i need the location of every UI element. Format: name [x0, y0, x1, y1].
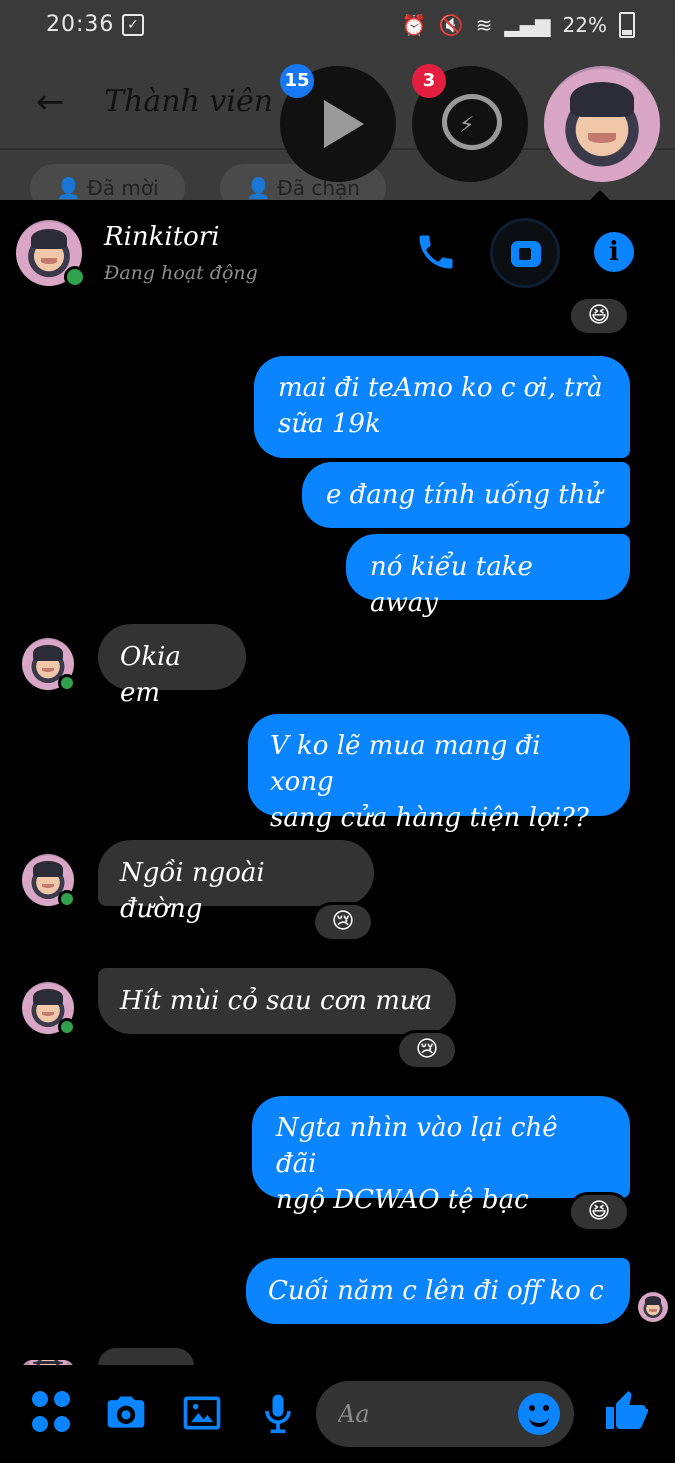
message-incoming[interactable]: Hít mùi cỏ sau cơn mưa — [98, 968, 456, 1034]
unread-badge: 3 — [412, 64, 446, 98]
video-call-button[interactable] — [490, 218, 560, 288]
message-outgoing[interactable]: e đang tính uống thử — [302, 462, 630, 528]
chat-head-video[interactable]: 15 — [280, 64, 396, 182]
notification-check-icon: ✓ — [122, 14, 144, 36]
message-incoming[interactable]: Okia em — [98, 624, 246, 708]
phone-icon[interactable] — [414, 230, 458, 274]
thumbs-up-icon[interactable] — [602, 1387, 650, 1435]
online-indicator — [58, 1018, 76, 1036]
message-outgoing[interactable]: mai đi teAmo ko c ơi, trà sữa 19k — [254, 356, 630, 458]
camera-icon[interactable] — [104, 1391, 148, 1435]
online-indicator — [58, 674, 76, 692]
message-outgoing[interactable]: V ko lẽ mua mang đi xong sang cửa hàng t… — [248, 714, 630, 833]
message-line: Ngta nhìn vào lại chê đãi — [276, 1113, 558, 1179]
reaction-laugh[interactable]: 😆 — [568, 1192, 630, 1232]
battery-icon — [619, 12, 635, 38]
more-actions-icon[interactable] — [32, 1391, 76, 1435]
message-line: mai đi teAmo ko c ơi, trà — [278, 373, 603, 403]
chat-head-messenger[interactable]: ⚡ 3 — [412, 64, 528, 182]
wifi-icon: ≋ — [475, 13, 493, 37]
message-incoming-partial — [98, 1348, 194, 1366]
online-indicator — [64, 266, 86, 288]
status-icons: ⏰ 🔇 ≋ ▂▄▆ 22% — [402, 12, 635, 38]
message-outgoing[interactable]: Cuối năm c lên đi off ko c — [246, 1258, 630, 1324]
message-line: V ko lẽ mua mang đi xong — [270, 731, 541, 797]
alarm-icon: ⏰ — [401, 13, 427, 37]
chat-head-avatar[interactable] — [544, 66, 660, 182]
active-status: Đang hoạt động — [104, 262, 258, 284]
reaction-cry[interactable]: 😢 — [396, 1030, 458, 1070]
online-indicator — [58, 890, 76, 908]
reaction-laugh[interactable]: 😆 — [568, 296, 630, 336]
unread-badge: 15 — [280, 64, 314, 98]
microphone-icon[interactable] — [256, 1391, 300, 1435]
message-outgoing[interactable]: Ngta nhìn vào lại chê đãi ngộ DCWAO tệ b… — [252, 1096, 630, 1215]
gallery-icon[interactable] — [180, 1391, 224, 1435]
battery-percent: 22% — [562, 13, 607, 37]
message-line: sang cửa hàng tiện lợi?? — [270, 803, 589, 833]
reaction-cry[interactable]: 😢 — [312, 902, 374, 942]
conversation-header: Rinkitori Đang hoạt động i — [0, 200, 675, 304]
message-input[interactable] — [336, 1395, 520, 1433]
info-icon[interactable]: i — [594, 232, 634, 272]
person-add-icon: 👤 — [56, 176, 81, 200]
video-camera-icon — [511, 241, 541, 267]
background-page-title: Thành viên — [104, 84, 274, 119]
emoji-icon[interactable] — [518, 1393, 560, 1435]
play-icon — [324, 100, 364, 148]
message-outgoing[interactable]: nó kiểu take away — [346, 534, 630, 618]
chat-panel: Rinkitori Đang hoạt động i 😆 mai đi teAm… — [0, 200, 675, 1463]
message-input-container[interactable] — [316, 1381, 574, 1447]
message-line: sữa 19k — [278, 409, 381, 439]
seen-avatar — [638, 1292, 668, 1322]
mute-icon: 🔇 — [438, 13, 464, 37]
person-block-icon: 👤 — [246, 176, 271, 200]
contact-name[interactable]: Rinkitori — [104, 222, 220, 252]
back-arrow-icon[interactable]: ← — [36, 82, 65, 122]
messenger-icon: ⚡ — [442, 94, 502, 150]
message-line: ngộ DCWAO tệ bạc — [276, 1185, 529, 1215]
signal-icon: ▂▄▆ — [504, 13, 551, 37]
message-incoming[interactable]: Ngồi ngoài đường — [98, 840, 374, 924]
status-time: 20:36 — [46, 12, 115, 37]
message-composer — [0, 1365, 675, 1463]
status-bar: 20:36 ✓ ⏰ 🔇 ≋ ▂▄▆ 22% — [0, 0, 675, 52]
pill-label: Đã mời — [87, 176, 159, 200]
